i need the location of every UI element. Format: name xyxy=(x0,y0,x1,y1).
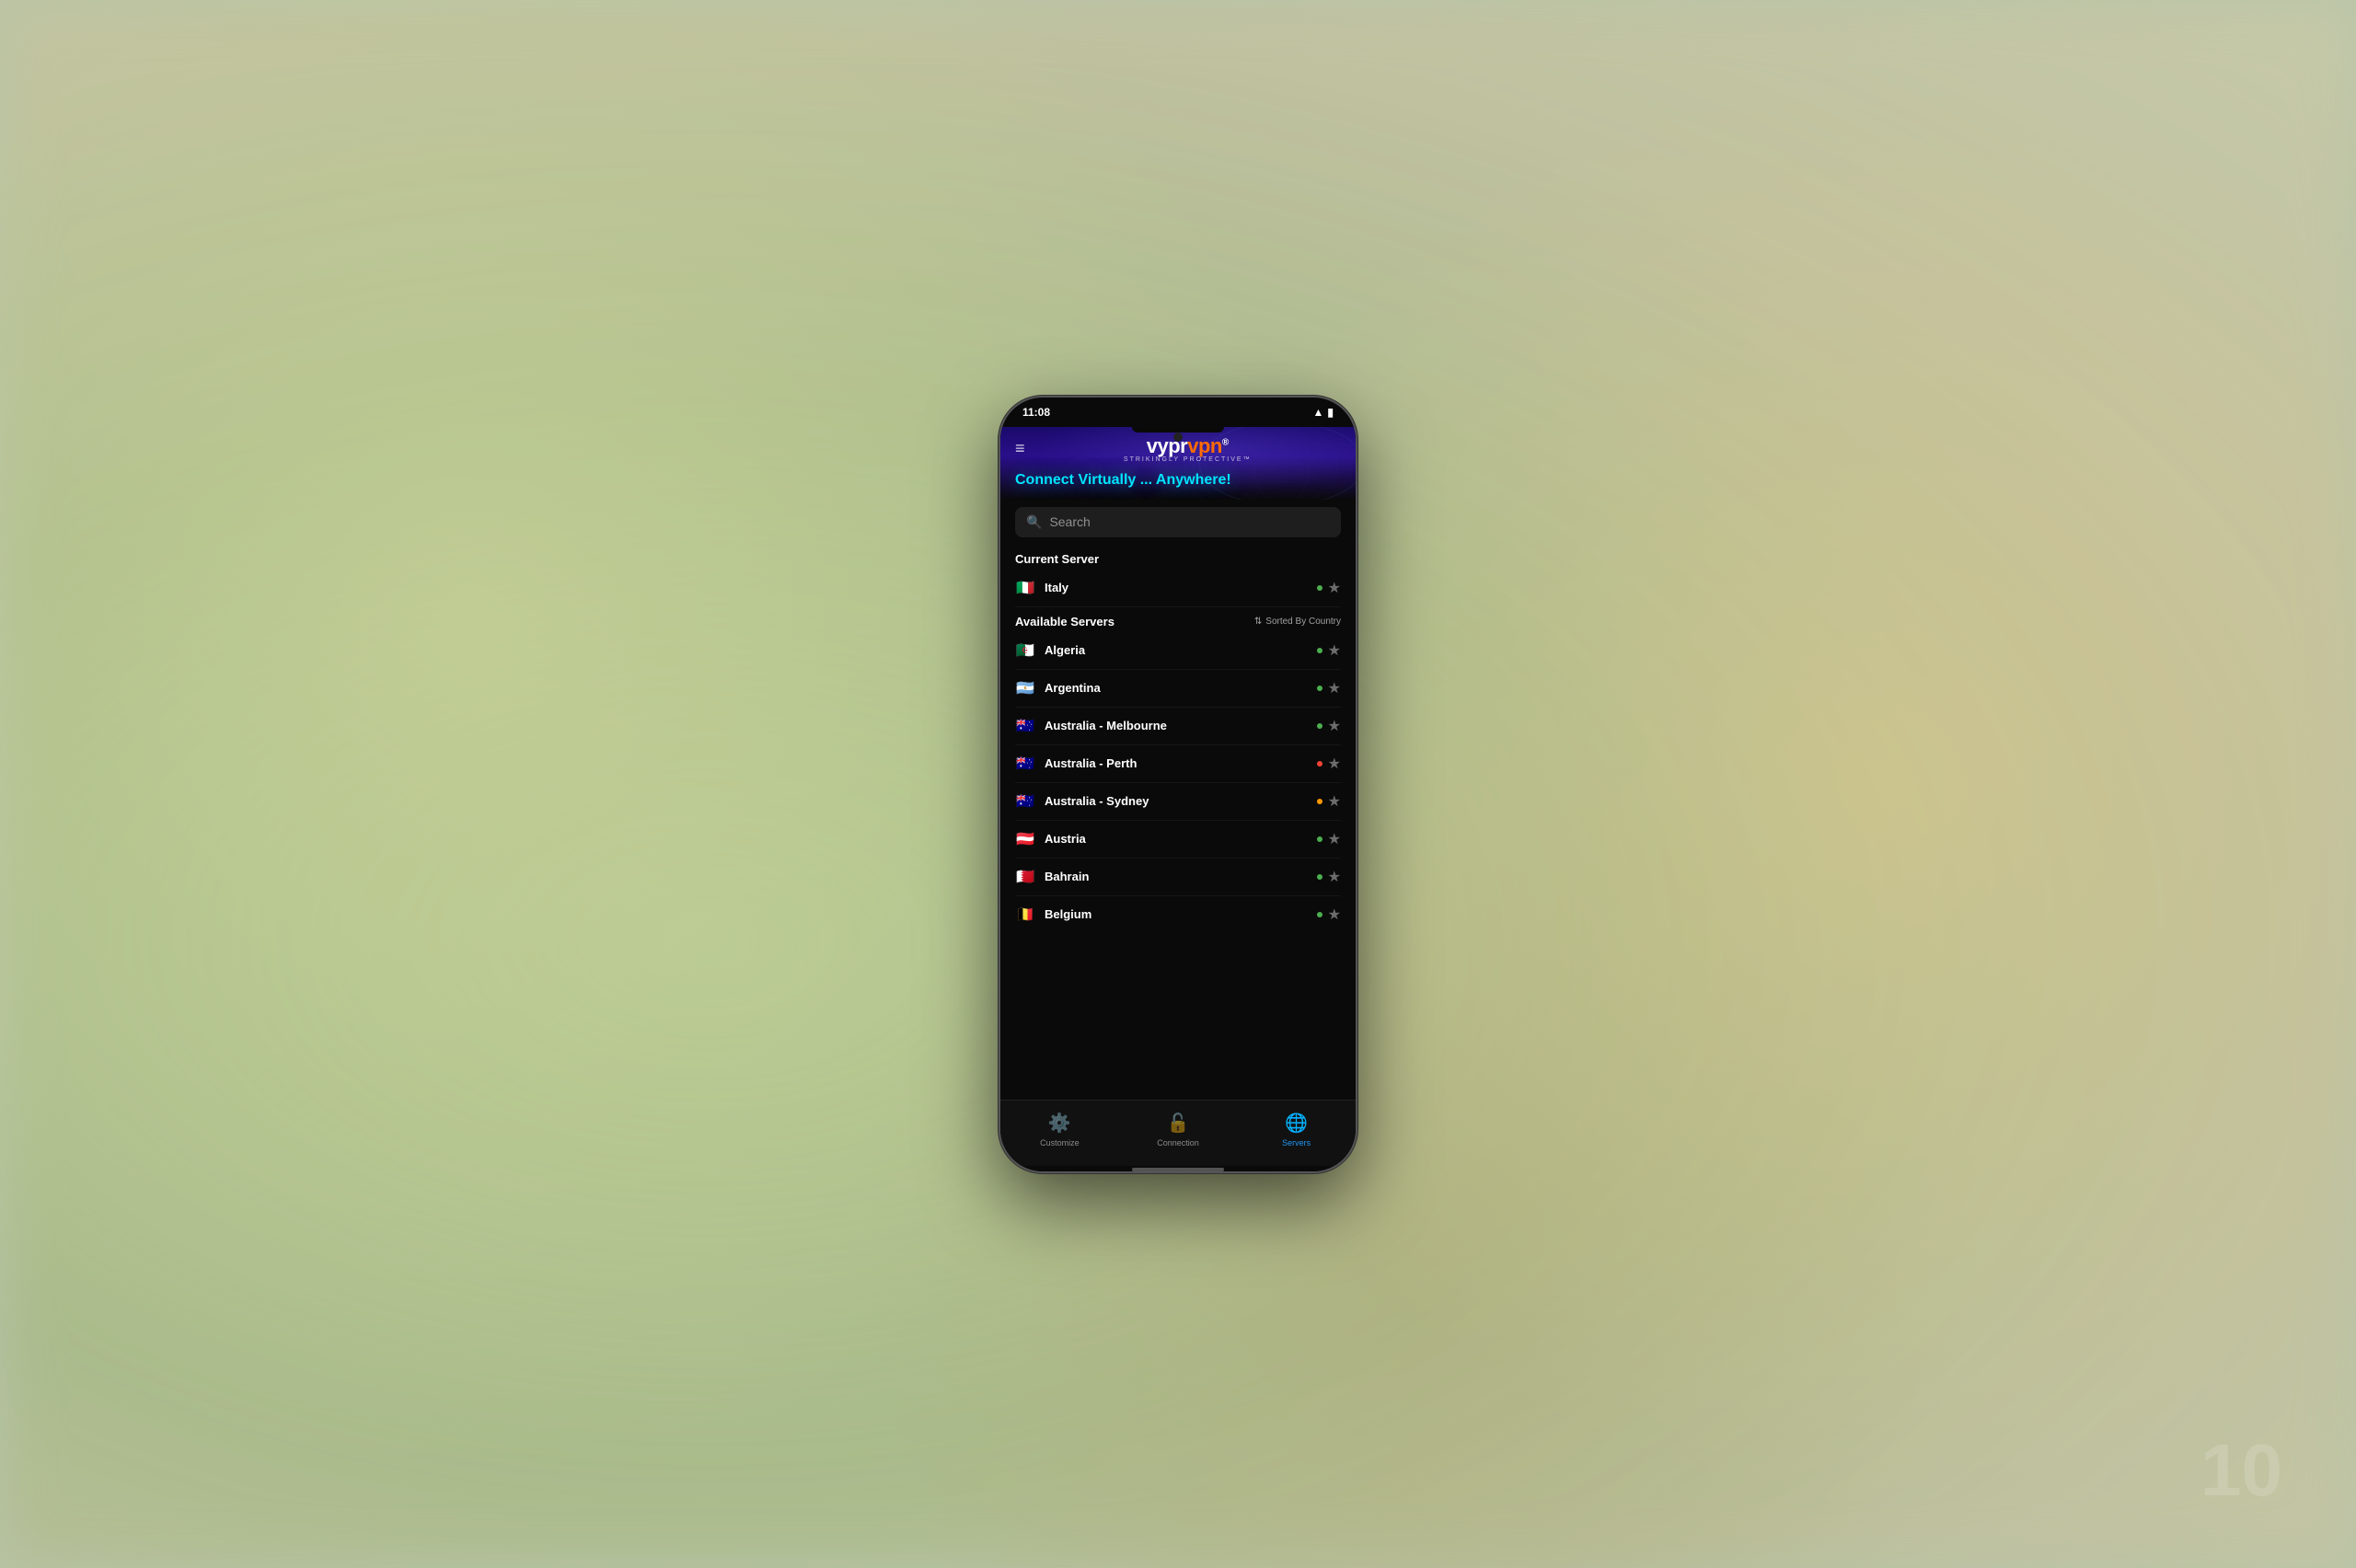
server-actions-argentina: ★ xyxy=(1317,679,1341,698)
connection-icon: 🔓 xyxy=(1167,1112,1190,1135)
server-flag-australia-melbourne: 🇦🇺 xyxy=(1015,717,1035,735)
server-actions-australia-perth: ★ xyxy=(1317,755,1341,773)
status-bar: 11:08 ▲ ▮ xyxy=(1000,398,1356,427)
available-servers-header: Available Servers ⇅ Sorted By Country xyxy=(1015,607,1341,632)
server-actions-austria: ★ xyxy=(1317,830,1341,848)
server-actions-bahrain: ★ xyxy=(1317,868,1341,886)
current-server-header: Current Server xyxy=(1015,545,1341,570)
server-name-australia-melbourne: Australia - Melbourne xyxy=(1045,719,1317,732)
search-container: 🔍 Search xyxy=(1000,500,1356,545)
server-flag-belgium: 🇧🇪 xyxy=(1015,905,1035,924)
current-server-dot xyxy=(1317,585,1322,591)
logo-registered: ® xyxy=(1222,437,1229,447)
server-dot-algeria xyxy=(1317,648,1322,653)
server-star-australia-perth[interactable]: ★ xyxy=(1328,755,1341,773)
server-name-austria: Austria xyxy=(1045,832,1317,846)
nav-item-connection[interactable]: 🔓 Connection xyxy=(1119,1112,1238,1147)
server-flag-australia-sydney: 🇦🇺 xyxy=(1015,792,1035,811)
server-actions-australia-melbourne: ★ xyxy=(1317,717,1341,735)
phone-frame: 11:08 ▲ ▮ ≡ xyxy=(999,396,1357,1173)
server-star-bahrain[interactable]: ★ xyxy=(1328,868,1341,886)
current-server-actions: ★ xyxy=(1317,579,1341,597)
battery-icon: ▮ xyxy=(1327,406,1334,419)
server-flag-algeria: 🇩🇿 xyxy=(1015,641,1035,660)
sort-text: Sorted By Country xyxy=(1265,617,1341,627)
server-item-argentina[interactable]: 🇦🇷 Argentina ★ xyxy=(1015,670,1341,708)
nav-item-servers[interactable]: 🌐 Servers xyxy=(1237,1112,1356,1147)
server-dot-belgium xyxy=(1317,912,1322,917)
scene: 11:08 ▲ ▮ ≡ xyxy=(626,48,1730,1520)
server-star-belgium[interactable]: ★ xyxy=(1328,905,1341,924)
server-star-austria[interactable]: ★ xyxy=(1328,830,1341,848)
current-server-name: Italy xyxy=(1045,581,1317,594)
available-servers-title: Available Servers xyxy=(1015,615,1114,628)
server-star-australia-melbourne[interactable]: ★ xyxy=(1328,717,1341,735)
search-icon: 🔍 xyxy=(1026,514,1042,530)
status-icons: ▲ ▮ xyxy=(1313,406,1334,419)
server-actions-algeria: ★ xyxy=(1317,641,1341,660)
server-name-bahrain: Bahrain xyxy=(1045,870,1317,883)
banner-text: Connect Virtually ... Anywhere! xyxy=(1015,472,1231,488)
server-dot-australia-melbourne xyxy=(1317,723,1322,729)
server-name-argentina: Argentina xyxy=(1045,681,1317,695)
camera-notch xyxy=(1173,432,1183,442)
server-list: Current Server 🇮🇹 Italy ★ Available Serv… xyxy=(1000,545,1356,1100)
server-item-austria[interactable]: 🇦🇹 Austria ★ xyxy=(1015,821,1341,859)
server-item-australia-sydney[interactable]: 🇦🇺 Australia - Sydney ★ xyxy=(1015,783,1341,821)
logo-vpn: vpn xyxy=(1187,434,1222,457)
server-actions-belgium: ★ xyxy=(1317,905,1341,924)
bottom-nav: ⚙️ Customize 🔓 Connection 🌐 Servers xyxy=(1000,1100,1356,1166)
customize-label: Customize xyxy=(1040,1138,1080,1147)
app-container: ≡ vyprvpn® STRIKINGLY PROTECTIVE™ Connec… xyxy=(1000,427,1356,1171)
server-star-australia-sydney[interactable]: ★ xyxy=(1328,792,1341,811)
current-server-star[interactable]: ★ xyxy=(1328,579,1341,597)
server-flag-australia-perth: 🇦🇺 xyxy=(1015,755,1035,773)
nav-item-customize[interactable]: ⚙️ Customize xyxy=(1000,1112,1119,1147)
server-flag-argentina: 🇦🇷 xyxy=(1015,679,1035,698)
logo-tagline: STRIKINGLY PROTECTIVE™ xyxy=(1124,456,1252,463)
search-box[interactable]: 🔍 Search xyxy=(1015,507,1341,537)
current-server-flag: 🇮🇹 xyxy=(1015,579,1035,597)
logo-text: vyprvpn® xyxy=(1147,434,1229,458)
server-dot-argentina xyxy=(1317,686,1322,691)
customize-icon: ⚙️ xyxy=(1048,1112,1071,1135)
search-placeholder: Search xyxy=(1049,514,1090,529)
server-name-australia-sydney: Australia - Sydney xyxy=(1045,794,1317,808)
home-indicator xyxy=(1132,1168,1224,1171)
server-dot-australia-perth xyxy=(1317,761,1322,767)
connection-label: Connection xyxy=(1157,1138,1199,1147)
hamburger-icon[interactable]: ≡ xyxy=(1015,439,1025,458)
server-dot-bahrain xyxy=(1317,874,1322,880)
server-actions-australia-sydney: ★ xyxy=(1317,792,1341,811)
server-flag-bahrain: 🇧🇭 xyxy=(1015,868,1035,886)
server-item-bahrain[interactable]: 🇧🇭 Bahrain ★ xyxy=(1015,859,1341,896)
servers-label: Servers xyxy=(1282,1138,1311,1147)
server-item-australia-melbourne[interactable]: 🇦🇺 Australia - Melbourne ★ xyxy=(1015,708,1341,745)
current-server-title: Current Server xyxy=(1015,552,1099,566)
server-dot-australia-sydney xyxy=(1317,799,1322,804)
server-flag-austria: 🇦🇹 xyxy=(1015,830,1035,848)
current-server-item[interactable]: 🇮🇹 Italy ★ xyxy=(1015,570,1341,607)
watermark: 10 xyxy=(2200,1428,2282,1513)
server-dot-austria xyxy=(1317,836,1322,842)
sort-icon: ⇅ xyxy=(1254,617,1262,627)
server-star-argentina[interactable]: ★ xyxy=(1328,679,1341,698)
server-item-australia-perth[interactable]: 🇦🇺 Australia - Perth ★ xyxy=(1015,745,1341,783)
server-item-belgium[interactable]: 🇧🇪 Belgium ★ xyxy=(1015,896,1341,933)
server-item-algeria[interactable]: 🇩🇿 Algeria ★ xyxy=(1015,632,1341,670)
wifi-icon: ▲ xyxy=(1313,406,1324,419)
servers-icon: 🌐 xyxy=(1285,1112,1308,1135)
server-name-belgium: Belgium xyxy=(1045,907,1317,921)
server-name-australia-perth: Australia - Perth xyxy=(1045,756,1317,770)
server-star-algeria[interactable]: ★ xyxy=(1328,641,1341,660)
server-name-algeria: Algeria xyxy=(1045,643,1317,657)
logo-container: vyprvpn® STRIKINGLY PROTECTIVE™ xyxy=(1034,434,1341,463)
sort-label[interactable]: ⇅ Sorted By Country xyxy=(1254,617,1341,627)
header-banner: Connect Virtually ... Anywhere! xyxy=(1015,472,1341,489)
status-time: 11:08 xyxy=(1022,406,1050,419)
